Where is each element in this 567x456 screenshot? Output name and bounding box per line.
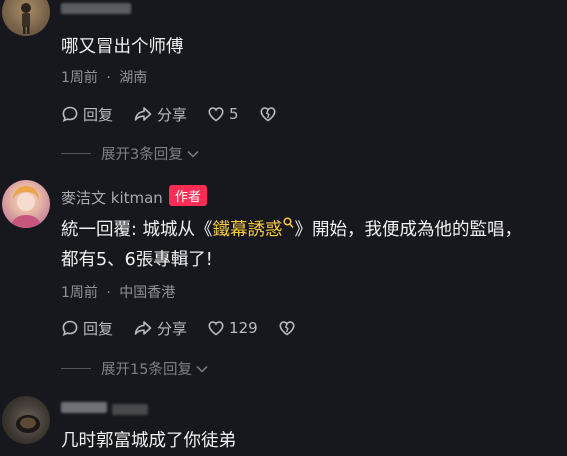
chevron-down-icon: [196, 365, 208, 373]
divider-line: [61, 368, 91, 369]
search-link[interactable]: 鐵幕誘惑: [212, 217, 295, 240]
reply-button[interactable]: 回复: [61, 318, 113, 339]
like-count: 5: [229, 105, 239, 123]
chevron-down-icon: [187, 150, 199, 158]
share-label: 分享: [157, 319, 188, 338]
share-arrow-icon: [134, 321, 152, 335]
share-button[interactable]: 分享: [133, 318, 187, 339]
comment-text-prefix: 統一回覆: 城城从《: [61, 220, 213, 240]
chat-bubble-icon: [62, 320, 78, 337]
expand-replies[interactable]: 展开15条回复: [61, 358, 209, 379]
comment-meta: 1周前 · 湖南: [61, 67, 147, 87]
expand-replies-label: 展开3条回复: [101, 147, 183, 163]
like-count: 129: [229, 319, 258, 337]
comment-actions: 回复 分享 5: [61, 103, 301, 125]
avatar[interactable]: [2, 180, 50, 228]
comment-text-line-2: 都有5、6張專輯了!: [61, 250, 213, 270]
comment-location: 中国香港: [119, 285, 176, 301]
comment-text-line-1: 統一回覆: 城城从《鐵幕誘惑 》開始，我便成為他的監唱，: [61, 215, 522, 245]
like-button[interactable]: 129: [207, 319, 258, 337]
reply-label: 回复: [83, 105, 114, 124]
broken-heart-icon: [260, 107, 276, 122]
comment-text-suffix: 》開始，我便成為他的監唱，: [294, 220, 522, 240]
portrait-icon: [10, 186, 42, 228]
search-link-text: 鐵幕誘惑: [212, 220, 283, 240]
expand-replies-label: 展开15条回复: [101, 362, 192, 378]
person-figure-icon: [21, 3, 31, 34]
like-button[interactable]: 5: [207, 105, 239, 123]
share-arrow-icon: [134, 107, 152, 121]
reply-button[interactable]: 回复: [61, 104, 113, 125]
comment-actions: 回复 分享 129: [61, 317, 320, 339]
dislike-button[interactable]: [259, 105, 281, 123]
search-icon: [283, 217, 295, 228]
chat-bubble-icon: [62, 106, 78, 123]
author-badge: 作者: [168, 185, 207, 206]
broken-heart-icon: [279, 321, 295, 336]
dislike-button[interactable]: [278, 319, 300, 337]
username[interactable]: 麥洁文 kitman: [61, 189, 163, 207]
heart-icon: [208, 107, 224, 122]
author-username-row: 麥洁文 kitman 作者: [61, 185, 207, 208]
avatar[interactable]: [2, 396, 50, 444]
comment-text: 哪又冒出个师傅: [61, 37, 184, 57]
meta-separator: ·: [106, 70, 111, 86]
share-label: 分享: [157, 105, 188, 124]
comment-meta: 1周前 · 中国香港: [61, 282, 175, 302]
divider-line: [61, 153, 91, 154]
meta-separator: ·: [106, 285, 111, 301]
heart-icon: [208, 321, 224, 336]
comment-location: 湖南: [119, 70, 148, 86]
reply-label: 回复: [83, 319, 114, 338]
comment-time: 1周前: [61, 285, 98, 301]
expand-replies[interactable]: 展开3条回复: [61, 143, 200, 164]
avatar[interactable]: [2, 0, 50, 36]
cup-icon: [16, 415, 40, 433]
share-button[interactable]: 分享: [133, 104, 187, 125]
comment-time: 1周前: [61, 70, 98, 86]
